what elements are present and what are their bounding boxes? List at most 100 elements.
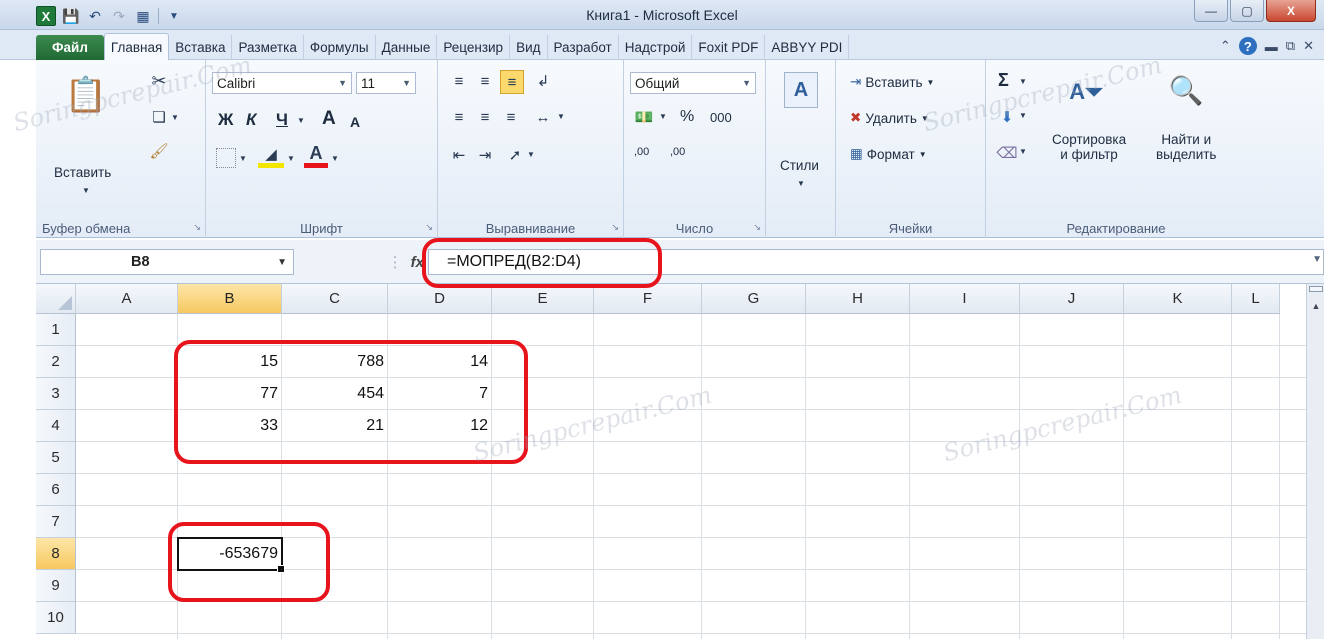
tab-data[interactable]: Данные	[376, 35, 438, 60]
column-header[interactable]: I	[910, 284, 1020, 314]
minimize-ribbon-icon[interactable]: ⌃	[1220, 38, 1231, 54]
increase-decimal-button[interactable]: ,00	[634, 146, 649, 158]
styles-button[interactable]: Стили	[780, 158, 819, 173]
decrease-indent-icon[interactable]: ⇤	[448, 144, 470, 166]
font-launcher-icon[interactable]: ↘	[425, 222, 433, 233]
find-select-button[interactable]: Найти и выделить	[1156, 132, 1216, 162]
cut-icon[interactable]: ✂	[148, 70, 170, 92]
percent-button[interactable]: %	[680, 108, 694, 126]
font-color-dropdown-icon[interactable]: ▼	[330, 152, 340, 164]
grow-font-button[interactable]: A	[322, 108, 336, 130]
merge-dropdown-icon[interactable]: ▼	[556, 110, 566, 122]
tab-view[interactable]: Вид	[510, 35, 548, 60]
row-header[interactable]: 9	[36, 570, 76, 602]
borders-icon[interactable]	[216, 148, 236, 168]
insert-cells-button[interactable]: ⇥ Вставить ▼	[850, 74, 934, 90]
tab-review[interactable]: Рецензир	[437, 35, 511, 60]
scroll-up-icon[interactable]: ▲	[1309, 298, 1323, 314]
sort-filter-icon[interactable]: A⏷	[1066, 72, 1106, 112]
copy-dropdown-icon[interactable]: ▼	[170, 110, 180, 124]
align-bottom-icon[interactable]: ≡	[500, 70, 524, 94]
fill-icon[interactable]: ⬇	[996, 106, 1018, 128]
underline-dropdown-icon[interactable]: ▼	[296, 114, 306, 126]
window-close-icon[interactable]: ✕	[1303, 38, 1314, 54]
wrap-text-icon[interactable]: ↲	[532, 70, 554, 92]
shrink-font-button[interactable]: A	[350, 114, 360, 130]
styles-dropdown-icon[interactable]: ▼	[796, 178, 806, 188]
format-painter-icon[interactable]: 🖌	[148, 140, 170, 162]
autosum-button[interactable]: Σ	[998, 70, 1009, 91]
row-header[interactable]: 7	[36, 506, 76, 538]
row-header[interactable]: 4	[36, 410, 76, 442]
close-button[interactable]: X	[1266, 0, 1316, 22]
paste-dropdown-icon[interactable]: ▼	[80, 184, 92, 196]
styles-icon[interactable]: A	[784, 72, 818, 108]
font-name-combo[interactable]: Calibri ▼	[212, 72, 352, 94]
tab-insert[interactable]: Вставка	[169, 35, 233, 60]
window-restore-icon[interactable]: ⧉	[1286, 38, 1295, 54]
column-header[interactable]: A	[76, 284, 178, 314]
align-top-icon[interactable]: ≡	[448, 70, 470, 92]
chevron-down-icon[interactable]: ▼	[277, 257, 287, 268]
tab-foxit-pdf[interactable]: Foxit PDF	[692, 35, 766, 60]
alignment-launcher-icon[interactable]: ↘	[611, 222, 619, 233]
help-icon[interactable]: ?	[1238, 37, 1257, 55]
font-size-combo[interactable]: 11 ▼	[356, 72, 416, 94]
column-header[interactable]: L	[1232, 284, 1280, 314]
minimize-button[interactable]: —	[1194, 0, 1228, 22]
fill-dropdown-icon[interactable]: ▼	[1018, 110, 1028, 120]
clipboard-launcher-icon[interactable]: ↘	[193, 222, 201, 233]
fill-color-icon[interactable]: ◢	[258, 144, 284, 168]
column-header[interactable]: B	[178, 284, 282, 314]
bold-button[interactable]: Ж	[218, 110, 233, 130]
copy-icon[interactable]: ❏	[148, 106, 170, 128]
row-header[interactable]: 6	[36, 474, 76, 506]
row-header[interactable]: 5	[36, 442, 76, 474]
tab-abbyy-pdf[interactable]: ABBYY PDI	[765, 35, 850, 60]
column-header[interactable]: G	[702, 284, 806, 314]
delete-cells-button[interactable]: ✖ Удалить ▼	[850, 110, 929, 126]
vertical-scrollbar[interactable]: ▲	[1306, 284, 1324, 639]
restore-button[interactable]: ▢	[1230, 0, 1264, 22]
merge-center-icon[interactable]: ↔	[532, 106, 554, 128]
tab-file[interactable]: Файл	[36, 35, 104, 60]
align-right-icon[interactable]: ≡	[500, 106, 522, 128]
tab-home[interactable]: Главная	[103, 33, 170, 60]
column-header[interactable]: J	[1020, 284, 1124, 314]
column-header[interactable]: D	[388, 284, 492, 314]
row-header[interactable]: 1	[36, 314, 76, 346]
tab-page-layout[interactable]: Разметка	[232, 35, 304, 60]
tab-formulas[interactable]: Формулы	[304, 35, 376, 60]
font-color-icon[interactable]: A	[304, 143, 328, 168]
align-middle-icon[interactable]: ≡	[474, 70, 496, 92]
thousands-separator-button[interactable]: 000	[710, 110, 732, 125]
italic-button[interactable]: К	[246, 110, 256, 130]
sort-filter-button[interactable]: Сортировка и фильтр	[1052, 132, 1126, 162]
autosum-dropdown-icon[interactable]: ▼	[1018, 76, 1028, 86]
paste-icon[interactable]: 📋	[65, 72, 107, 118]
currency-dropdown-icon[interactable]: ▼	[658, 110, 668, 122]
currency-icon[interactable]: 💵	[632, 106, 656, 128]
row-header[interactable]: 3	[36, 378, 76, 410]
window-minimize-icon[interactable]: ▬	[1265, 39, 1278, 54]
increase-indent-icon[interactable]: ⇥	[474, 144, 496, 166]
row-header[interactable]: 2	[36, 346, 76, 378]
row-header[interactable]: 8	[36, 538, 76, 570]
split-box[interactable]	[1309, 286, 1323, 292]
column-header[interactable]: F	[594, 284, 702, 314]
fill-color-dropdown-icon[interactable]: ▼	[286, 152, 296, 164]
number-launcher-icon[interactable]: ↘	[753, 222, 761, 233]
name-box[interactable]: B8 ▼	[40, 249, 294, 275]
row-header[interactable]: 10	[36, 602, 76, 634]
decrease-decimal-button[interactable]: ,00	[670, 146, 685, 158]
align-center-icon[interactable]: ≡	[474, 106, 496, 128]
column-header[interactable]: H	[806, 284, 910, 314]
clear-icon[interactable]: ⌫	[996, 142, 1018, 164]
expand-formula-bar-icon[interactable]: ▼	[1312, 254, 1322, 265]
select-all-button[interactable]	[36, 284, 76, 314]
orientation-dropdown-icon[interactable]: ▼	[526, 148, 536, 160]
tab-developer[interactable]: Разработ	[548, 35, 619, 60]
format-cells-button[interactable]: ▦ Формат ▼	[850, 146, 927, 162]
clear-dropdown-icon[interactable]: ▼	[1018, 146, 1028, 156]
binoculars-icon[interactable]: 🔍	[1166, 70, 1206, 110]
